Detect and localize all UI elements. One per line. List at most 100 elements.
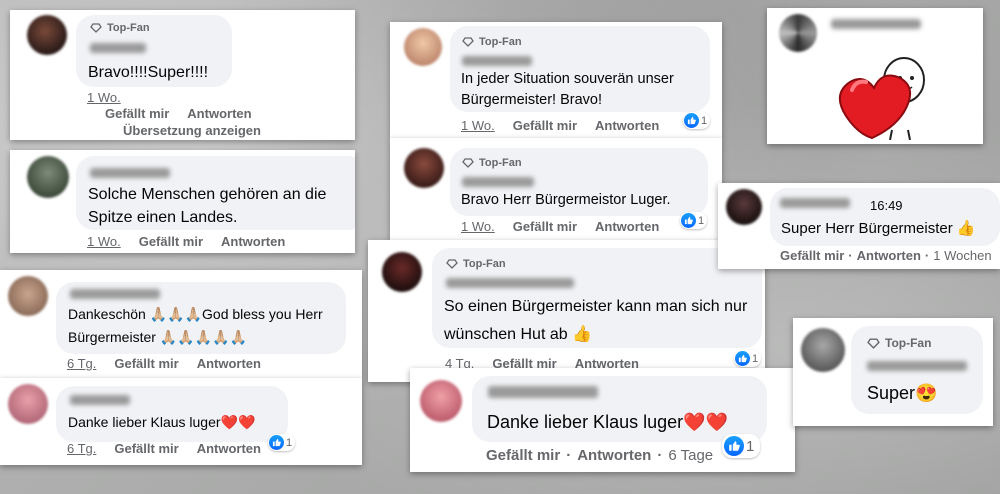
comment-time[interactable]: 6 Tg. <box>67 441 96 456</box>
like-button[interactable]: Gefällt mir <box>114 356 178 371</box>
comment-time[interactable]: 1 Wo. <box>461 118 495 133</box>
comment-actions: Gefällt mir · Antworten · 1 Wochen <box>780 248 992 263</box>
reply-button[interactable]: Antworten <box>187 106 251 121</box>
comment-actions: 6 Tg. Gefällt mir Antworten <box>67 356 261 371</box>
comment-time[interactable]: 6 Tg. <box>67 356 96 371</box>
reply-button[interactable]: Antworten <box>857 248 921 263</box>
top-fan-label: Top-Fan <box>479 36 522 48</box>
comment-card-1: Top-Fan Bravo!!!!Super!!!! 1 Wo. Gefällt… <box>10 10 355 140</box>
comment-actions: 1 Wo. Gefällt mir Antworten <box>461 219 659 234</box>
comment-card-11: Top-Fan Super😍 <box>793 318 993 426</box>
comment-time[interactable]: 1 Wo. <box>87 90 121 105</box>
author-name-blurred[interactable] <box>90 168 170 178</box>
top-fan-badge: Top-Fan <box>90 22 150 34</box>
avatar[interactable] <box>726 189 762 225</box>
reaction-count[interactable]: 1 <box>734 350 762 367</box>
avatar[interactable] <box>8 384 48 424</box>
author-name-blurred[interactable] <box>831 19 921 29</box>
avatar[interactable] <box>8 276 48 316</box>
comment-actions: 6 Tg. Gefällt mir Antworten <box>67 441 261 456</box>
top-fan-badge: Top-Fan <box>446 258 506 270</box>
comment-card-6: Top-Fan Bravo Herr Bürgermeistor Luger. … <box>390 138 722 242</box>
reply-button[interactable]: Antworten <box>221 234 285 249</box>
reaction-count[interactable]: 1 <box>683 112 711 129</box>
author-name-blurred[interactable] <box>867 361 967 371</box>
like-reaction-icon <box>269 435 284 450</box>
separator-dot: · <box>924 248 930 263</box>
reply-button[interactable]: Antworten <box>577 447 651 464</box>
author-name-blurred[interactable] <box>462 177 534 187</box>
author-name-blurred[interactable] <box>70 395 130 405</box>
comment-text: Super😍 <box>867 383 938 403</box>
reply-button[interactable]: Antworten <box>197 356 261 371</box>
diamond-icon <box>462 37 474 47</box>
author-name-blurred[interactable] <box>70 289 160 299</box>
like-button[interactable]: Gefällt mir <box>780 248 844 263</box>
reaction-count[interactable]: 1 <box>268 434 296 451</box>
like-button[interactable]: Gefällt mir <box>114 441 178 456</box>
diamond-icon <box>90 23 102 33</box>
comment-time[interactable]: 1 Wochen <box>933 248 991 263</box>
separator-dot: · <box>566 447 572 464</box>
avatar[interactable] <box>27 156 69 198</box>
top-fan-badge: Top-Fan <box>462 157 522 169</box>
author-name-blurred[interactable] <box>90 43 146 53</box>
like-button[interactable]: Gefällt mir <box>486 447 560 464</box>
comment-time[interactable]: 6 Tage <box>668 447 713 464</box>
top-fan-label: Top-Fan <box>107 22 150 34</box>
like-button[interactable]: Gefällt mir <box>139 234 203 249</box>
author-name-blurred[interactable] <box>446 278 574 288</box>
show-translation-link[interactable]: Übersetzung anzeigen <box>123 123 261 138</box>
like-reaction-icon <box>684 113 699 128</box>
avatar[interactable] <box>404 28 442 66</box>
comment-card-3: Dankeschön 🙏🏼🙏🏼🙏🏼God bless you Herr Bürg… <box>0 270 362 378</box>
comment-text: Bravo Herr Bürgermeistor Luger. <box>461 192 671 208</box>
author-name-blurred[interactable] <box>462 56 532 66</box>
separator-dot: · <box>848 248 853 263</box>
reaction-count[interactable]: 1 <box>680 212 708 229</box>
like-reaction-icon <box>681 213 696 228</box>
diamond-icon <box>867 337 880 349</box>
author-name-blurred[interactable] <box>780 198 850 208</box>
reaction-count[interactable]: 1 <box>722 434 761 458</box>
separator-dot: · <box>657 447 663 464</box>
avatar[interactable] <box>382 252 422 292</box>
like-button[interactable]: Gefällt mir <box>105 106 169 121</box>
avatar[interactable] <box>404 148 444 188</box>
reaction-number: 1 <box>701 114 708 127</box>
comment-card-8: Danke lieber Klaus luger❤️❤️ Gefällt mir… <box>410 368 795 472</box>
comment-text: Danke lieber Klaus luger❤️❤️ <box>68 414 256 430</box>
top-fan-badge: Top-Fan <box>462 36 522 48</box>
reply-button[interactable]: Antworten <box>595 219 659 234</box>
like-button[interactable]: Gefällt mir <box>513 219 577 234</box>
translate-row: Übersetzung anzeigen <box>123 123 261 138</box>
reaction-number: 1 <box>286 436 293 449</box>
comment-actions: 1 Wo. Gefällt mir Antworten <box>461 118 659 133</box>
comment-time[interactable]: 1 Wo. <box>461 219 495 234</box>
reaction-number: 1 <box>698 214 705 227</box>
top-fan-label: Top-Fan <box>463 258 506 270</box>
like-button[interactable]: Gefällt mir <box>513 118 577 133</box>
reply-button[interactable]: Antworten <box>595 118 659 133</box>
top-fan-badge: Top-Fan <box>867 336 931 350</box>
comment-actions-row: Gefällt mir Antworten <box>105 106 252 121</box>
comment-text: Super Herr Bürgermeister 👍 <box>781 220 976 237</box>
comment-card-2: Solche Menschen gehören an die Spitze ei… <box>10 150 355 253</box>
avatar[interactable] <box>779 14 817 52</box>
comment-text: Solche Menschen gehören an die Spitze ei… <box>88 186 327 227</box>
comment-text: So einen Bürgermeister kann man sich nur… <box>444 298 748 343</box>
diamond-icon <box>446 259 458 269</box>
sticker-comment-card <box>767 8 983 144</box>
avatar[interactable] <box>801 328 845 372</box>
reply-button[interactable]: Antworten <box>197 441 261 456</box>
header-time: 16:49 <box>870 198 903 213</box>
author-name-blurred[interactable] <box>488 386 598 398</box>
comment-card-4: Danke lieber Klaus luger❤️❤️ 1 6 Tg. Gef… <box>0 378 362 465</box>
comment-card-7: Top-Fan So einen Bürgermeister kann man … <box>368 240 765 382</box>
comment-text: Danke lieber Klaus luger❤️❤️ <box>487 412 728 432</box>
top-fan-label: Top-Fan <box>479 157 522 169</box>
avatar[interactable] <box>420 380 462 422</box>
avatar[interactable] <box>27 15 67 55</box>
comment-time[interactable]: 1 Wo. <box>87 234 121 249</box>
reaction-number: 1 <box>752 352 759 365</box>
